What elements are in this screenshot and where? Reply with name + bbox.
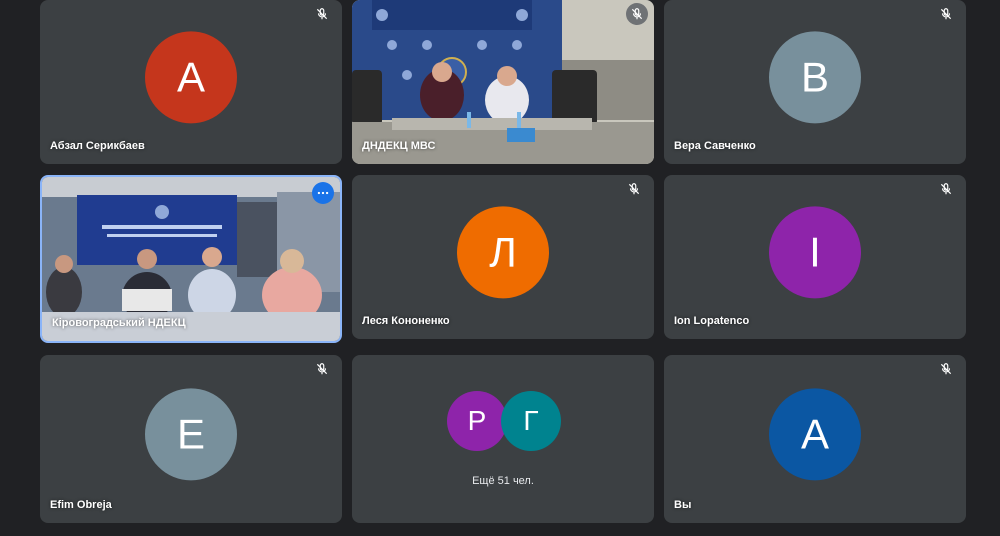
participant-name: Абзал Серикбаев: [50, 140, 145, 152]
avatar: E: [145, 388, 237, 481]
participant-tile-6[interactable]: I Ion Lopatenco: [664, 175, 966, 339]
more-participants-label: Ещё 51 чел.: [472, 475, 534, 487]
participant-name: Efim Obreja: [50, 499, 112, 511]
participant-name: Леся Кононенко: [362, 315, 450, 327]
participant-name: Вы: [674, 499, 692, 511]
self-tile[interactable]: А Вы: [664, 355, 966, 523]
avatar: А: [145, 31, 237, 124]
avatar: I: [769, 206, 861, 299]
participant-tile-4[interactable]: Кіровоградський НДЕКЦ: [40, 175, 342, 343]
participant-tile-1[interactable]: А Абзал Серикбаев: [40, 0, 342, 164]
avatar: А: [769, 388, 861, 481]
avatar: В: [769, 31, 861, 124]
participant-tile-5[interactable]: Л Леся Кононенко: [352, 175, 654, 339]
mic-off-icon: [936, 359, 956, 379]
participant-name: Ion Lopatenco: [674, 315, 750, 327]
mic-off-icon: [626, 3, 648, 25]
mic-off-icon: [936, 4, 956, 24]
participant-name: ДНДЕКЦ МВС: [362, 140, 436, 152]
participant-name: Кіровоградський НДЕКЦ: [52, 317, 186, 329]
mic-off-icon: [312, 359, 332, 379]
participant-name: Вера Савченко: [674, 140, 756, 152]
avatar: Г: [501, 391, 561, 451]
more-participants-tile[interactable]: Р Г Ещё 51 чел.: [352, 355, 654, 523]
avatar: Л: [457, 206, 549, 299]
avatar: Р: [447, 391, 507, 451]
participant-tile-3[interactable]: В Вера Савченко: [664, 0, 966, 164]
mic-off-icon: [936, 179, 956, 199]
participant-tile-2[interactable]: ДНДЕКЦ МВС: [352, 0, 654, 164]
mic-off-icon: [312, 4, 332, 24]
participant-tile-7[interactable]: E Efim Obreja: [40, 355, 342, 523]
mic-off-icon: [624, 179, 644, 199]
more-options-button[interactable]: [312, 182, 334, 204]
